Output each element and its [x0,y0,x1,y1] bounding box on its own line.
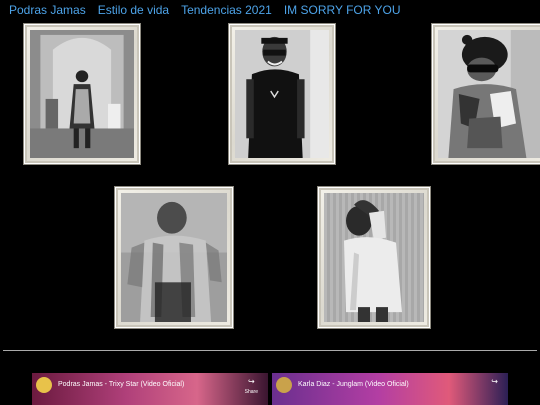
photo-frame-2[interactable] [228,23,336,165]
share-icon: ↪ [247,377,255,386]
nav-link-estilo-de-vida[interactable]: Estilo de vida [98,3,169,17]
video-title[interactable]: Podras Jamas - Trixy Star (Video Oficial… [58,381,184,388]
nav-link-im-sorry-for-you[interactable]: IM SORRY FOR YOU [284,3,401,17]
share-button[interactable]: ↪ [491,377,498,387]
photo-frame-3[interactable] [431,23,540,165]
video-embed-2[interactable]: Karla Diaz - Junglam (Video Oficial) ↪ [272,373,508,405]
section-divider [3,350,537,351]
nav-link-tendencias-2021[interactable]: Tendencias 2021 [181,3,272,17]
gallery-photo [438,30,540,158]
gallery-photo [235,30,329,158]
video-title[interactable]: Karla Diaz - Junglam (Video Oficial) [298,381,409,388]
photo-frame-5[interactable] [317,186,431,329]
gallery-photo [324,193,424,322]
share-button[interactable]: ↪ Share [245,377,258,397]
share-label: Share [244,389,258,395]
nav-link-podras-jamas[interactable]: Podras Jamas [9,3,86,17]
gallery-photo [121,193,227,322]
gallery-photo [30,30,134,158]
photo-frame-4[interactable] [114,186,234,329]
photo-frame-1[interactable] [23,23,141,165]
top-nav: Podras Jamas Estilo de vida Tendencias 2… [9,3,401,17]
channel-avatar[interactable] [276,377,292,393]
share-icon: ↪ [491,377,498,386]
channel-avatar[interactable] [36,377,52,393]
video-embed-1[interactable]: Podras Jamas - Trixy Star (Video Oficial… [32,373,268,405]
